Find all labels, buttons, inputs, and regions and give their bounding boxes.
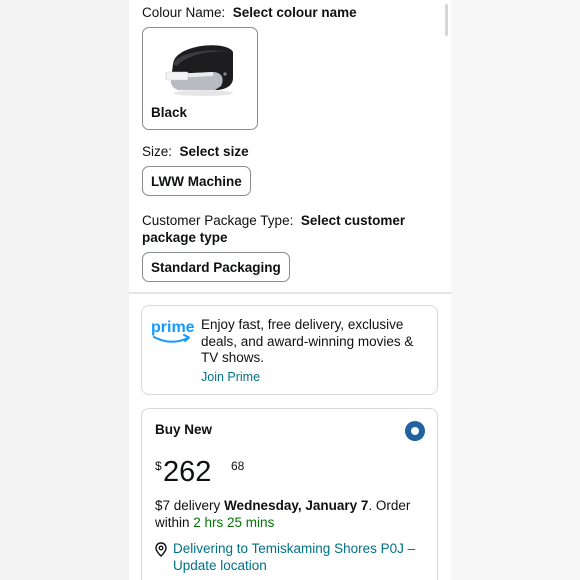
delivery-date: Wednesday, January 7: [224, 498, 369, 513]
prime-smile-icon: prime: [151, 319, 195, 343]
scrollbar-thumb[interactable]: [445, 4, 448, 36]
buy-new-card[interactable]: Buy New $ 262 68 $7 delivery Wednesday, …: [141, 408, 438, 580]
label-printer-image: [165, 45, 233, 96]
package-type-row: Customer Package Type: Select customer p…: [142, 212, 422, 246]
product-options-panel[interactable]: Colour Name: Select colour name Black Si…: [129, 0, 451, 580]
size-row: Size: Select size: [142, 143, 249, 160]
left-gutter: [0, 0, 129, 580]
buy-new-title: Buy New: [155, 422, 213, 437]
prime-promo-card[interactable]: prime Enjoy fast, free delivery, exclusi…: [141, 305, 438, 395]
price-currency: $: [155, 459, 162, 473]
location-pin-icon: [155, 542, 167, 557]
radio-selected-icon[interactable]: [405, 421, 425, 441]
colour-swatch-black[interactable]: Black: [142, 27, 258, 130]
section-divider: [129, 292, 451, 294]
svg-text:prime: prime: [151, 319, 195, 336]
prime-benefits-text: Enjoy fast, free delivery, exclusive dea…: [201, 317, 414, 365]
price-whole: 262: [163, 456, 212, 488]
colour-name-label: Colour Name:: [142, 5, 226, 20]
update-location-link[interactable]: Delivering to Temiskaming Shores P0J – U…: [173, 541, 423, 574]
colour-option-label: Black: [151, 105, 188, 120]
right-gutter: [451, 0, 580, 580]
package-type-label: Customer Package Type:: [142, 213, 294, 228]
colour-name-row: Colour Name: Select colour name: [142, 4, 357, 21]
delivery-info: $7 delivery Wednesday, January 7. Order …: [155, 498, 430, 531]
price-fraction: 68: [231, 459, 245, 473]
package-option-standard[interactable]: Standard Packaging: [142, 252, 290, 282]
size-value: Select size: [179, 144, 249, 159]
size-label: Size:: [142, 144, 173, 159]
colour-name-value: Select colour name: [232, 5, 357, 20]
delivery-countdown: 2 hrs 25 mins: [193, 514, 275, 530]
delivery-cost: $7 delivery: [155, 498, 221, 513]
join-prime-link[interactable]: Join Prime: [201, 370, 260, 384]
size-option-lww-machine[interactable]: LWW Machine: [142, 166, 251, 196]
